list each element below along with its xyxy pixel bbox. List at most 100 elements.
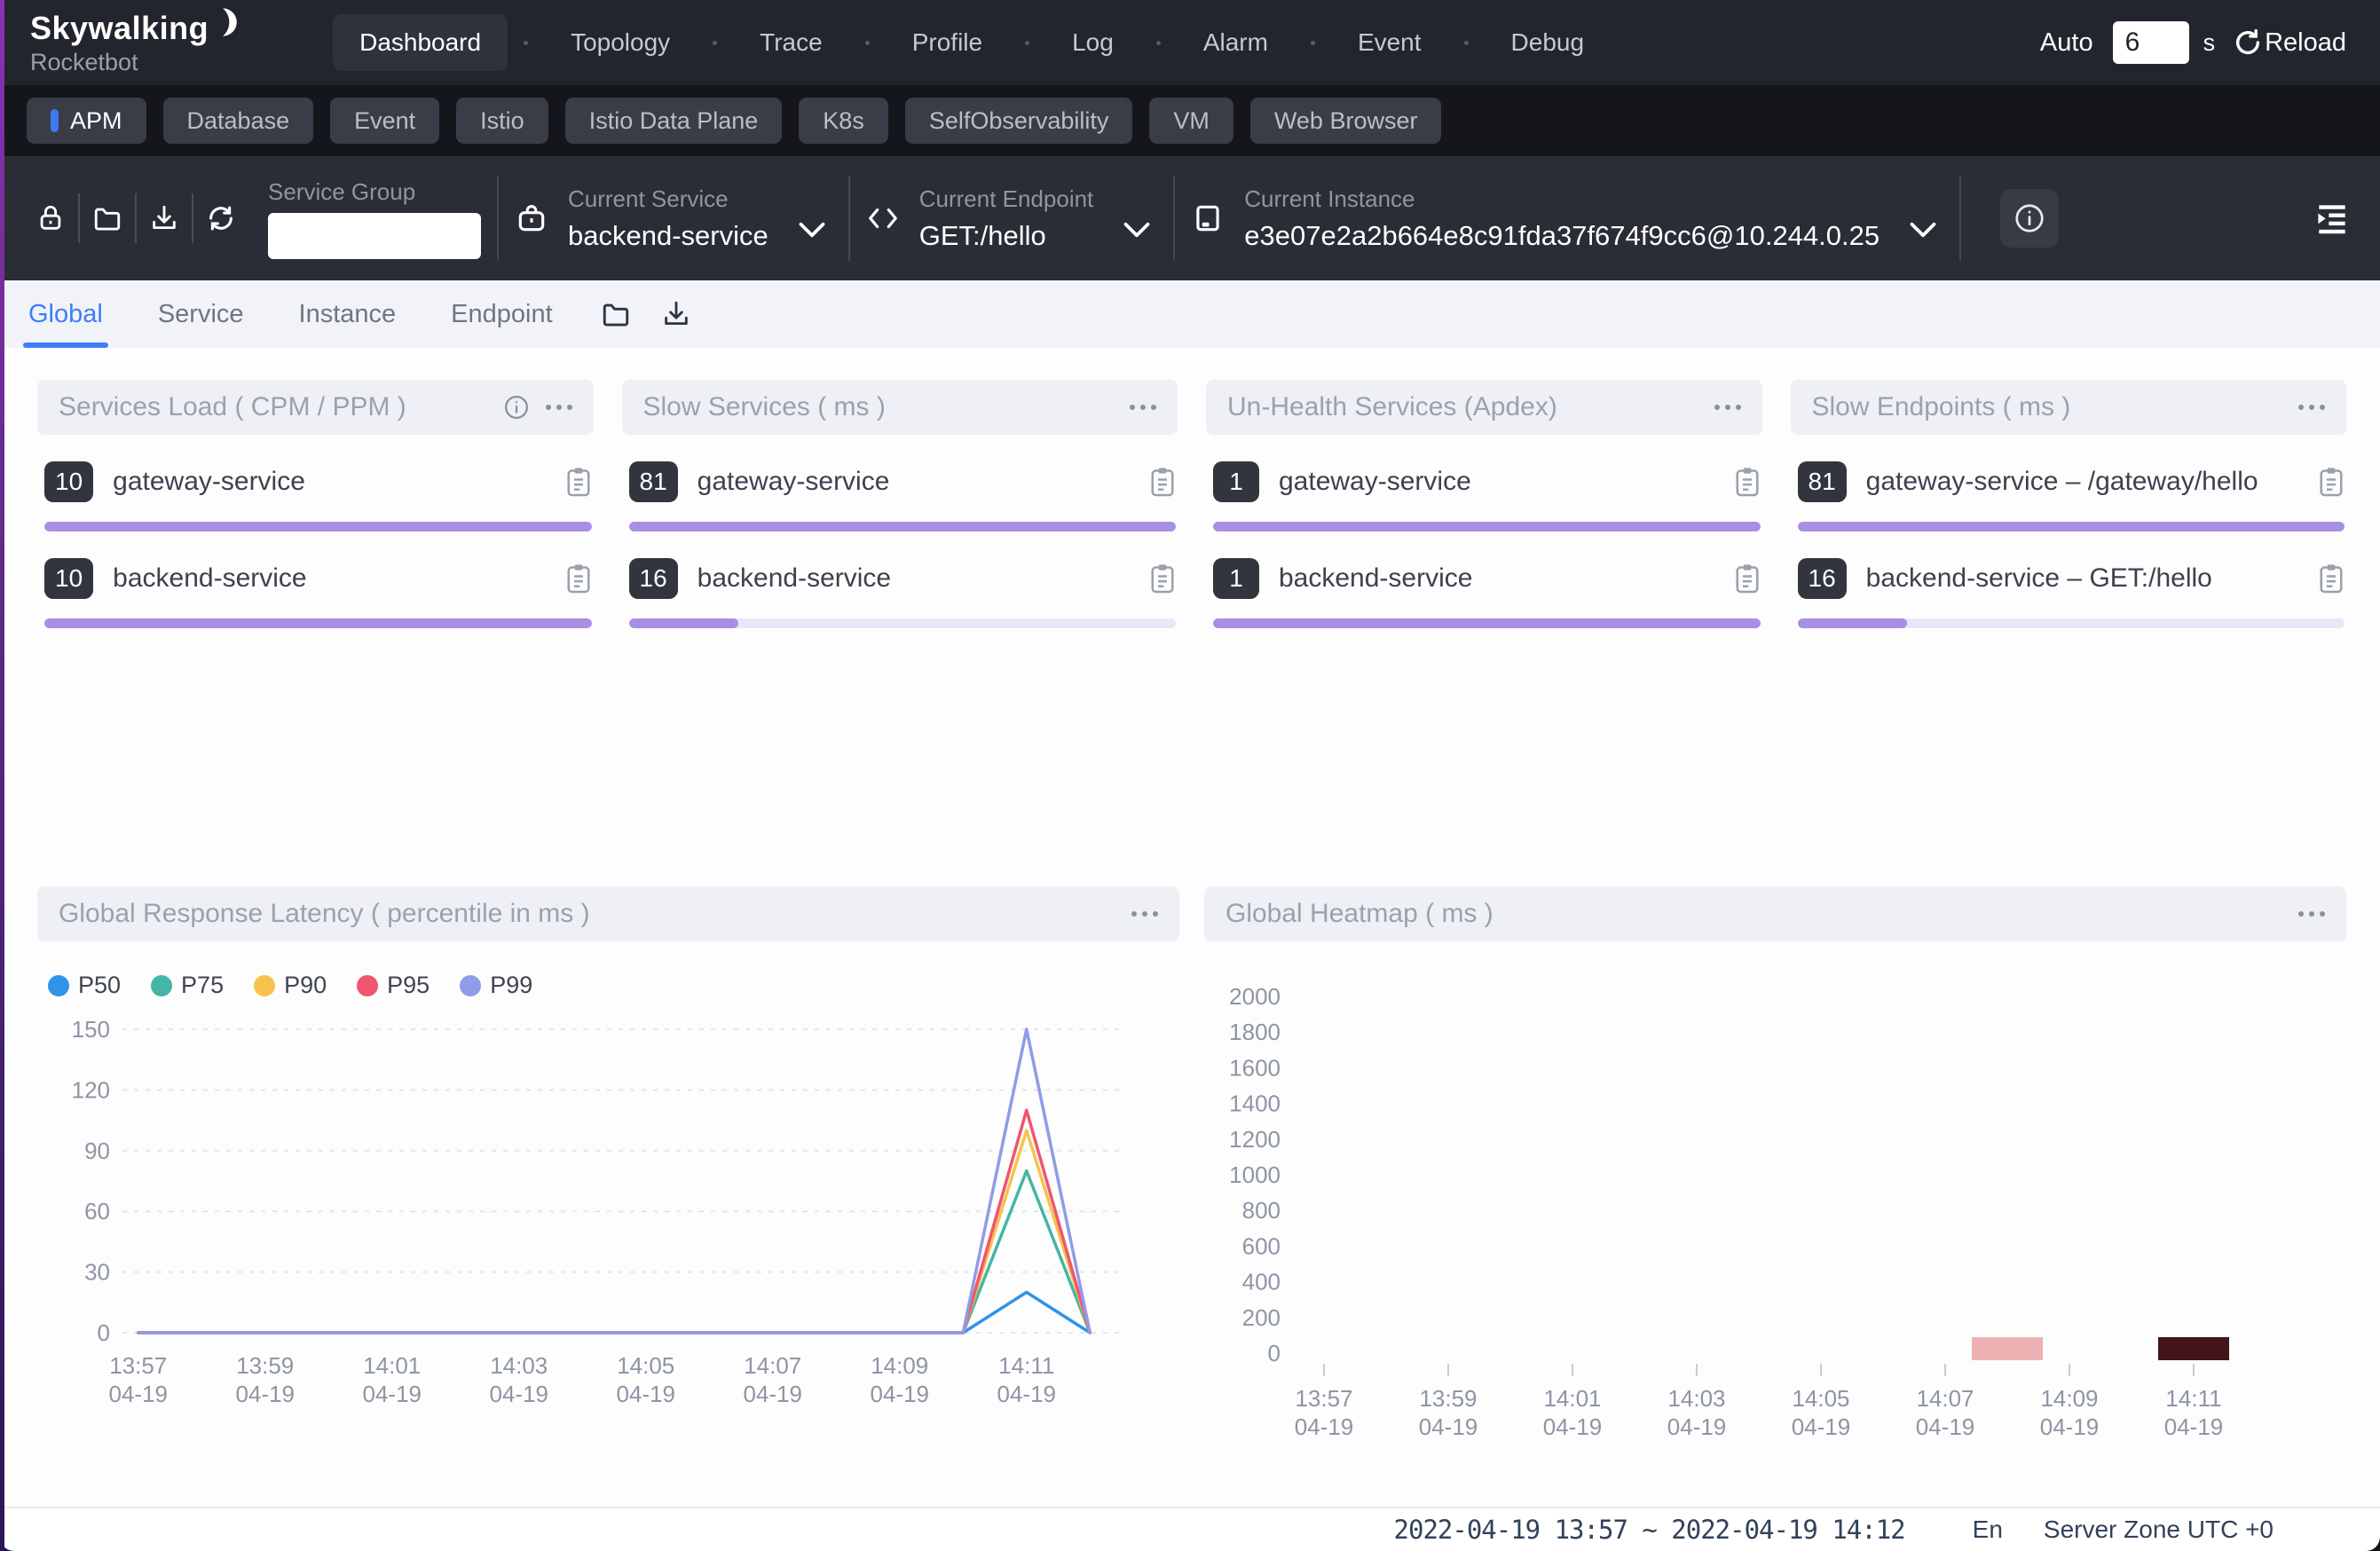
legend-item-p99[interactable]: P99	[460, 972, 532, 999]
svg-text:200: 200	[1242, 1304, 1281, 1331]
tab-endpoint[interactable]: Endpoint	[451, 280, 553, 348]
download-icon[interactable]	[661, 298, 691, 330]
list-item[interactable]: 81gateway-service – /gateway/hello	[1798, 461, 2345, 531]
divider	[1173, 176, 1175, 261]
legend-item-p95[interactable]: P95	[357, 972, 430, 999]
tab-global[interactable]: Global	[28, 280, 103, 348]
heatmap-cell-14-08[interactable]	[1972, 1337, 2043, 1360]
value-badge: 81	[1798, 461, 1847, 502]
svg-text:400: 400	[1242, 1269, 1281, 1295]
current-service-selector[interactable]: Current Service backend-service	[515, 185, 832, 252]
refresh-button[interactable]	[193, 201, 248, 235]
svg-text:60: 60	[84, 1198, 110, 1224]
category-tab-web-browser[interactable]: Web Browser	[1250, 98, 1442, 144]
heatmap-chart-card: Global Heatmap ( ms ) 020040060080010001…	[1204, 886, 2346, 1451]
current-instance-value: e3e07e2a2b664e8c91fda37f674f9cc6@10.244.…	[1244, 220, 1880, 252]
collapse-panel-button[interactable]	[2313, 199, 2352, 238]
tab-service[interactable]: Service	[158, 280, 244, 348]
svg-text:800: 800	[1242, 1197, 1281, 1224]
category-tab-k8s[interactable]: K8s	[799, 98, 888, 144]
current-endpoint-selector[interactable]: Current Endpoint GET:/hello	[866, 185, 1158, 252]
logo-title: Skywalking	[30, 10, 209, 47]
export-button[interactable]	[137, 201, 192, 235]
category-tab-event[interactable]: Event	[330, 98, 439, 144]
reload-button[interactable]: Reload	[2233, 28, 2346, 58]
category-tab-selfobservability[interactable]: SelfObservability	[905, 98, 1133, 144]
list-item[interactable]: 10gateway-service	[44, 461, 592, 531]
tab-instance[interactable]: Instance	[299, 280, 397, 348]
list-item[interactable]: 1backend-service	[1213, 558, 1761, 628]
nav-separator-dot	[865, 41, 870, 45]
svg-text:2000: 2000	[1229, 983, 1281, 1010]
svg-text:14:0304-19: 14:0304-19	[1667, 1385, 1727, 1440]
service-name: backend-service	[113, 563, 306, 594]
card-body: 81gateway-service – /gateway/hello 16back…	[1791, 435, 2347, 628]
clipboard-icon[interactable]	[1734, 563, 1761, 594]
legend-item-p90[interactable]: P90	[254, 972, 327, 999]
card-title: Services Load ( CPM / PPM )	[59, 392, 406, 422]
folder-button[interactable]	[80, 201, 135, 235]
category-tab-vm[interactable]: VM	[1149, 98, 1233, 144]
download-icon	[149, 201, 179, 235]
clipboard-icon[interactable]	[1149, 466, 1176, 498]
category-tab-database[interactable]: Database	[163, 98, 314, 144]
service-name: gateway-service	[697, 467, 890, 497]
more-menu-icon[interactable]	[1714, 405, 1741, 410]
clipboard-icon[interactable]	[565, 466, 592, 498]
card-body: 1gateway-service 1backend-service	[1206, 435, 1762, 628]
auto-interval-input[interactable]	[2113, 21, 2189, 64]
auto-unit-label: s	[2203, 29, 2216, 57]
heatmap-chart[interactable]: 020040060080010001200140016001800200013:…	[1204, 972, 2313, 1451]
info-button[interactable]	[2000, 189, 2059, 248]
more-menu-icon[interactable]	[2298, 911, 2325, 917]
server-zone-label[interactable]: Server Zone UTC +0	[2044, 1516, 2274, 1544]
list-item[interactable]: 1gateway-service	[1213, 461, 1761, 531]
nav-separator-dot	[1156, 41, 1161, 45]
category-tab-apm[interactable]: APM	[27, 98, 146, 144]
clipboard-icon[interactable]	[1149, 563, 1176, 594]
time-range-picker[interactable]: 2022-04-19 13:57 ~ 2022-04-19 14:12	[1394, 1515, 1905, 1545]
current-instance-selector[interactable]: Current Instance e3e07e2a2b664e8c91fda37…	[1191, 185, 1943, 252]
svg-text:1600: 1600	[1229, 1054, 1281, 1081]
folder-icon[interactable]	[601, 298, 631, 330]
list-item[interactable]: 16backend-service – GET:/hello	[1798, 558, 2345, 628]
current-instance-label: Current Instance	[1244, 185, 1880, 213]
nav-item-profile[interactable]: Profile	[886, 14, 1009, 71]
more-menu-icon[interactable]	[546, 405, 572, 410]
category-tab-istio-data-plane[interactable]: Istio Data Plane	[565, 98, 783, 144]
heatmap-cell-14-11[interactable]	[2158, 1337, 2229, 1360]
current-endpoint-value: GET:/hello	[919, 220, 1094, 252]
service-group-input[interactable]	[268, 213, 481, 259]
nav-item-debug[interactable]: Debug	[1485, 14, 1612, 71]
nav-item-dashboard[interactable]: Dashboard	[333, 14, 508, 71]
clipboard-icon[interactable]	[2318, 563, 2345, 594]
svg-text:0: 0	[98, 1319, 110, 1346]
clipboard-icon[interactable]	[1734, 466, 1761, 498]
lock-button[interactable]	[23, 201, 78, 235]
metric-card-slow-services-ms: Slow Services ( ms )81gateway-service16b…	[622, 380, 1178, 655]
info-icon[interactable]	[503, 394, 530, 421]
more-menu-icon[interactable]	[1131, 911, 1158, 917]
value-bar	[1798, 618, 2345, 628]
briefcase-lock-icon	[515, 199, 548, 238]
nav-item-log[interactable]: Log	[1045, 14, 1140, 71]
nav-item-topology[interactable]: Topology	[544, 14, 697, 71]
legend-item-p75[interactable]: P75	[151, 972, 224, 999]
svg-text:14:1104-19: 14:1104-19	[997, 1352, 1057, 1407]
language-switch[interactable]: En	[1973, 1516, 2003, 1544]
more-menu-icon[interactable]	[1130, 405, 1156, 410]
clipboard-icon[interactable]	[565, 563, 592, 594]
card-header: Un-Health Services (Apdex)	[1206, 380, 1762, 435]
list-item[interactable]: 16backend-service	[629, 558, 1177, 628]
value-bar	[1213, 618, 1761, 628]
list-item[interactable]: 81gateway-service	[629, 461, 1177, 531]
nav-item-alarm[interactable]: Alarm	[1177, 14, 1295, 71]
list-item[interactable]: 10backend-service	[44, 558, 592, 628]
latency-line-chart[interactable]: 030609012015013:5704-1913:5904-1914:0104…	[37, 1004, 1147, 1421]
nav-item-trace[interactable]: Trace	[733, 14, 849, 71]
category-tab-istio[interactable]: Istio	[456, 98, 548, 144]
legend-item-p50[interactable]: P50	[48, 972, 121, 999]
clipboard-icon[interactable]	[2318, 466, 2345, 498]
nav-item-event[interactable]: Event	[1331, 14, 1448, 71]
more-menu-icon[interactable]	[2298, 405, 2325, 410]
